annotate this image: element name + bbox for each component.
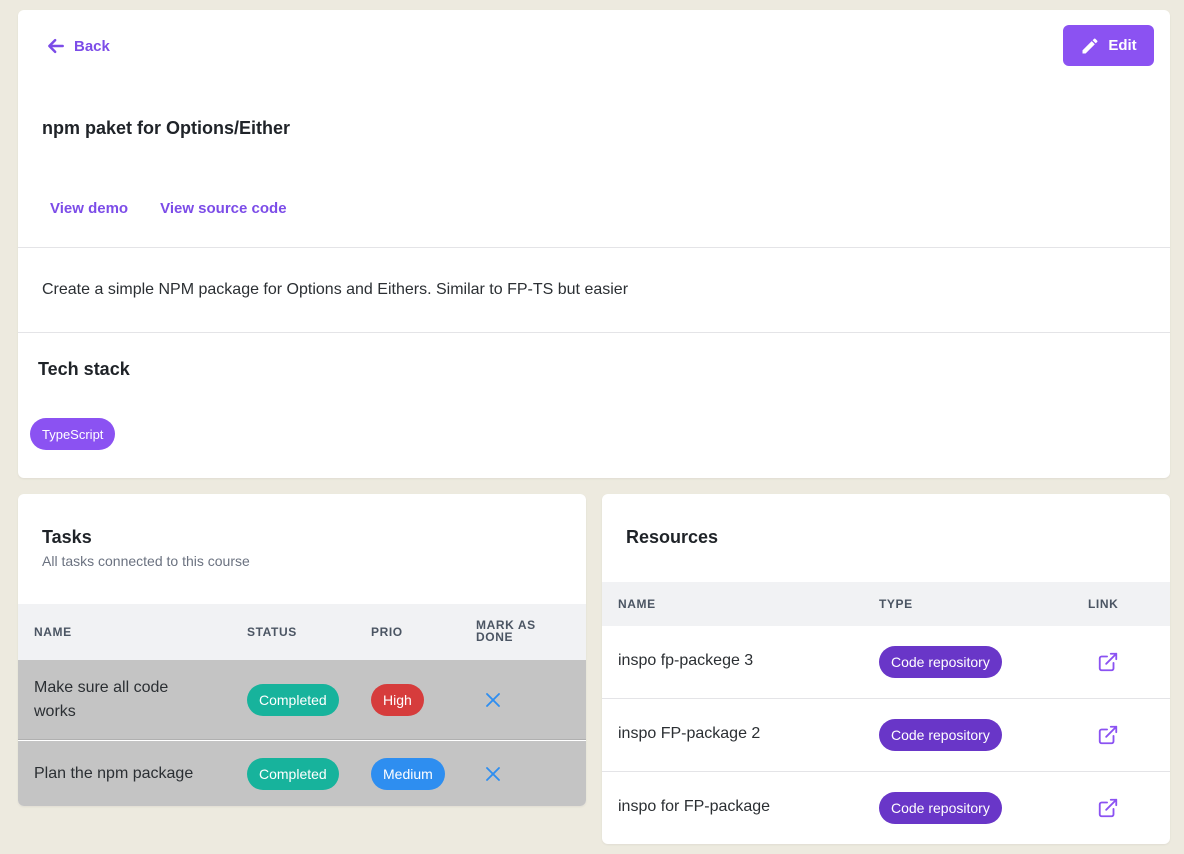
divider: [18, 247, 1170, 248]
resource-type-badge: Code repository: [879, 719, 1002, 751]
table-row: Make sure all code works Completed High: [18, 660, 586, 740]
edit-label: Edit: [1108, 37, 1137, 54]
table-row: inspo fp-packege 3 Code repository: [602, 626, 1170, 699]
table-row: Plan the npm package Completed Medium: [18, 741, 586, 806]
resource-name: inspo for FP-package: [618, 798, 771, 815]
edit-button[interactable]: Edit: [1063, 25, 1154, 66]
table-row: inspo for FP-package Code repository: [602, 772, 1170, 844]
resource-name: inspo FP-package 2: [618, 725, 761, 742]
divider: [18, 332, 1170, 333]
task-name: Make sure all code works: [34, 679, 169, 720]
page-title: npm paket for Options/Either: [42, 118, 291, 138]
project-description: Create a simple NPM package for Options …: [42, 281, 629, 298]
project-card: Back Edit npm paket for Options/Either V…: [18, 10, 1170, 478]
view-demo-link[interactable]: View demo: [50, 200, 128, 217]
resources-table-header: NAME TYPE LINK: [602, 582, 1170, 626]
resources-title: Resources: [626, 527, 719, 547]
status-badge: Completed: [247, 758, 339, 790]
status-badge: Completed: [247, 684, 339, 716]
resources-card: Resources NAME TYPE LINK inspo fp-packeg…: [602, 494, 1170, 844]
pencil-icon: [1082, 37, 1098, 53]
table-row: inspo FP-package 2 Code repository: [602, 699, 1170, 772]
prio-badge: Medium: [371, 758, 445, 790]
tasks-title: Tasks: [42, 527, 92, 547]
tasks-subtitle: All tasks connected to this course: [42, 553, 250, 569]
close-icon[interactable]: [484, 765, 502, 783]
resource-type-badge: Code repository: [879, 792, 1002, 824]
close-icon[interactable]: [484, 691, 502, 709]
tech-stack-title: Tech stack: [38, 359, 130, 379]
back-button[interactable]: Back: [46, 36, 110, 56]
back-label: Back: [74, 37, 110, 55]
arrow-left-icon: [48, 38, 64, 54]
col-link: LINK: [1088, 597, 1119, 611]
external-link-icon[interactable]: [1097, 651, 1119, 673]
col-type: TYPE: [879, 597, 913, 611]
prio-badge: High: [371, 684, 424, 716]
view-source-link[interactable]: View source code: [160, 200, 286, 217]
tech-chip-typescript: TypeScript: [30, 418, 116, 450]
col-mark-done: MARK AS DONE: [476, 618, 536, 644]
col-name: NAME: [618, 597, 656, 611]
tasks-card: Tasks All tasks connected to this course…: [18, 494, 586, 806]
col-status: STATUS: [247, 625, 297, 639]
resource-name: inspo fp-packege 3: [618, 652, 754, 669]
tasks-table-header: NAME STATUS PRIO MARK AS DONE: [18, 604, 586, 660]
external-link-icon[interactable]: [1097, 724, 1119, 746]
col-prio: PRIO: [371, 625, 403, 639]
task-name: Plan the npm package: [34, 765, 194, 782]
col-name: NAME: [34, 625, 72, 639]
project-links: View demo View source code: [50, 200, 287, 217]
resource-type-badge: Code repository: [879, 646, 1002, 678]
external-link-icon[interactable]: [1097, 797, 1119, 819]
